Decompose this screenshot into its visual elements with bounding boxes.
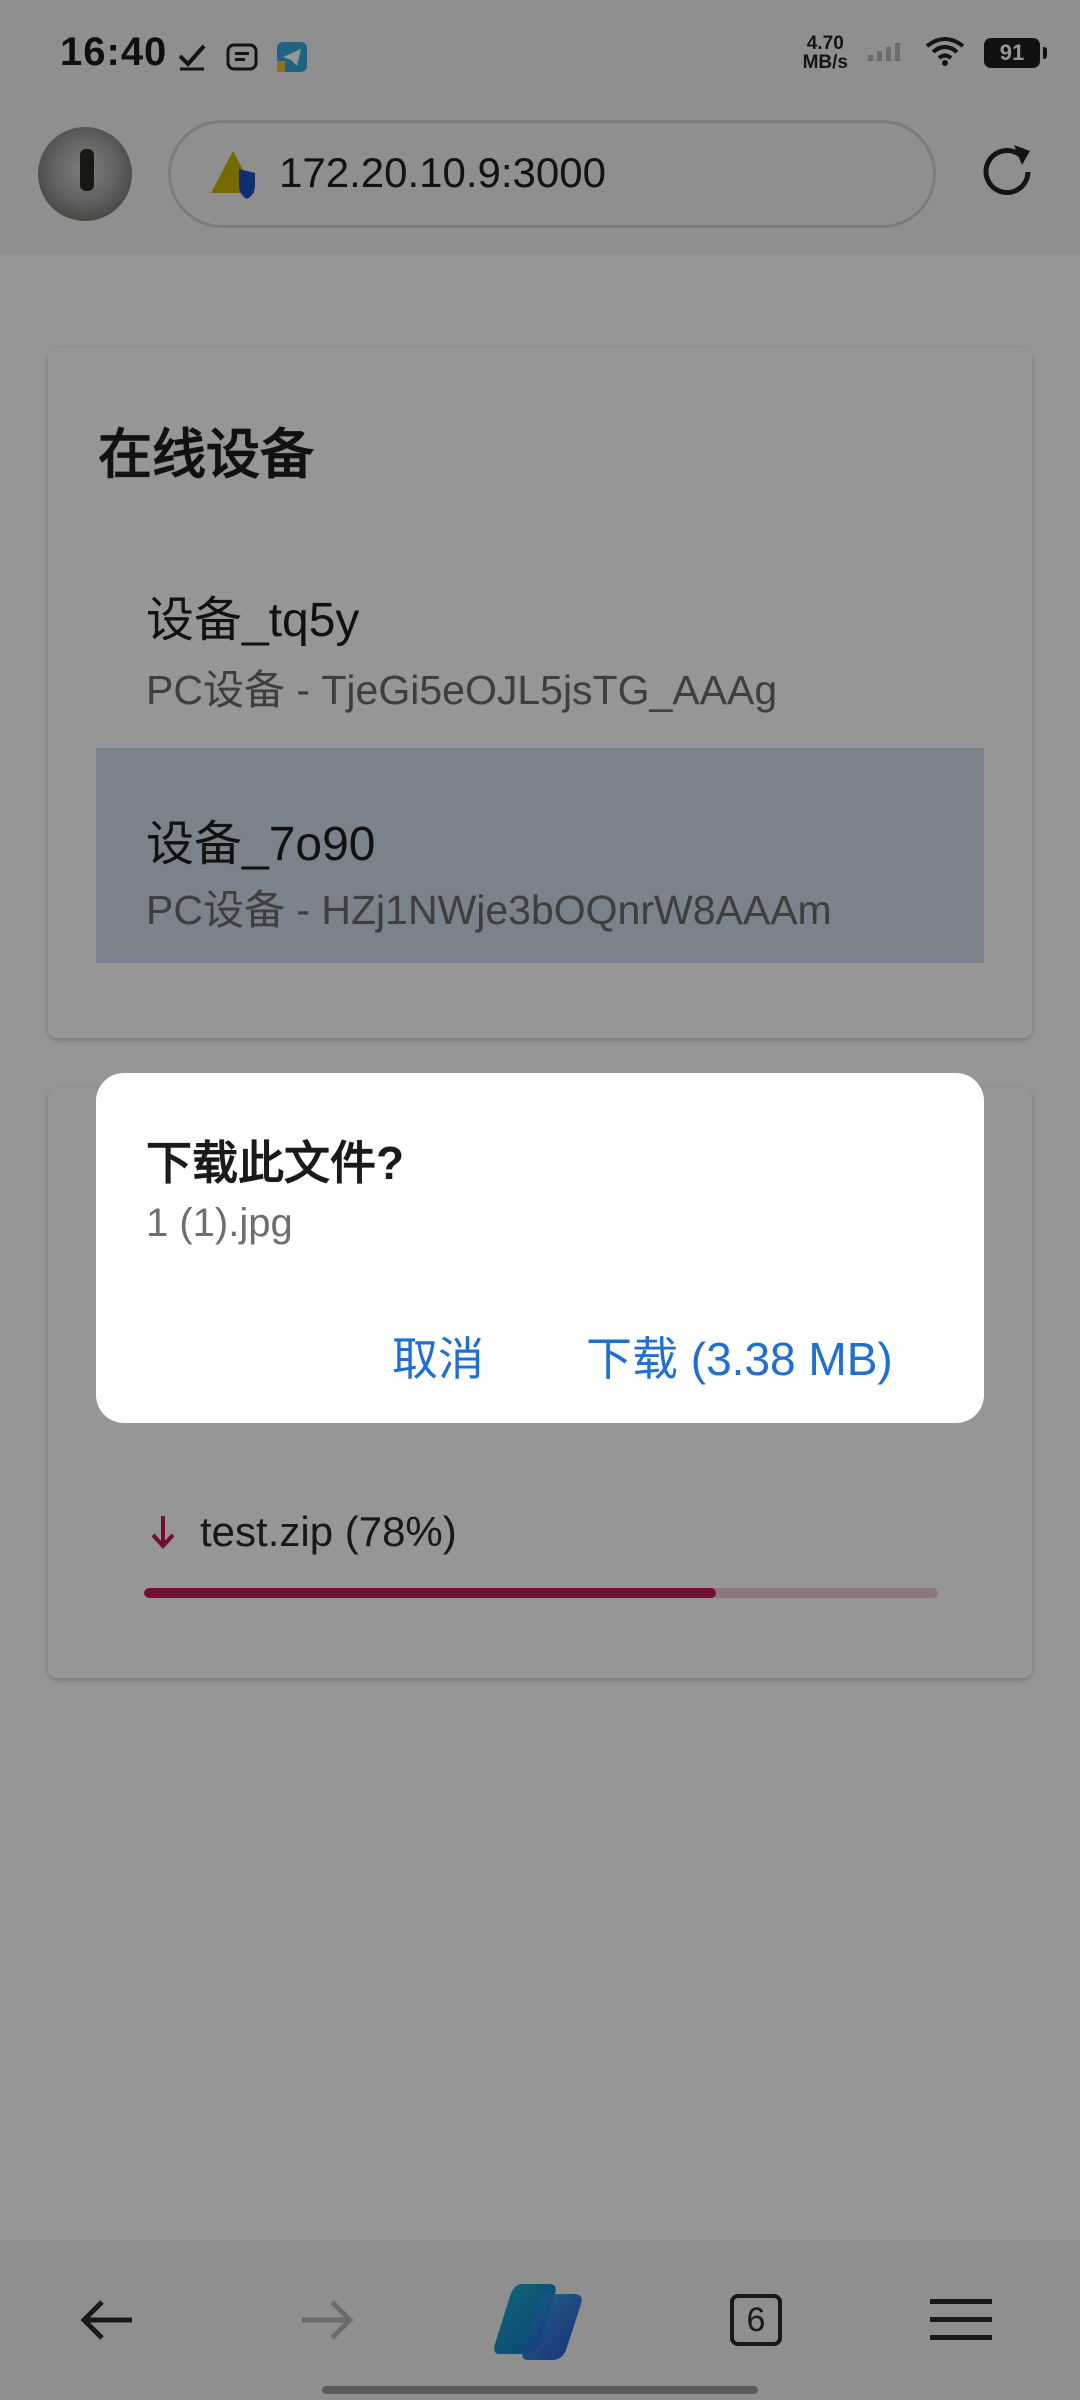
cancel-button[interactable]: 取消 xyxy=(392,1323,484,1389)
download-dialog: 下载此文件? 1 (1).jpg 取消 下载 (3.38 MB) xyxy=(96,1073,984,1423)
dialog-filename: 1 (1).jpg xyxy=(146,1201,293,1245)
download-button[interactable]: 下载 (3.38 MB) xyxy=(586,1323,893,1389)
dialog-title: 下载此文件? xyxy=(146,1137,405,1189)
